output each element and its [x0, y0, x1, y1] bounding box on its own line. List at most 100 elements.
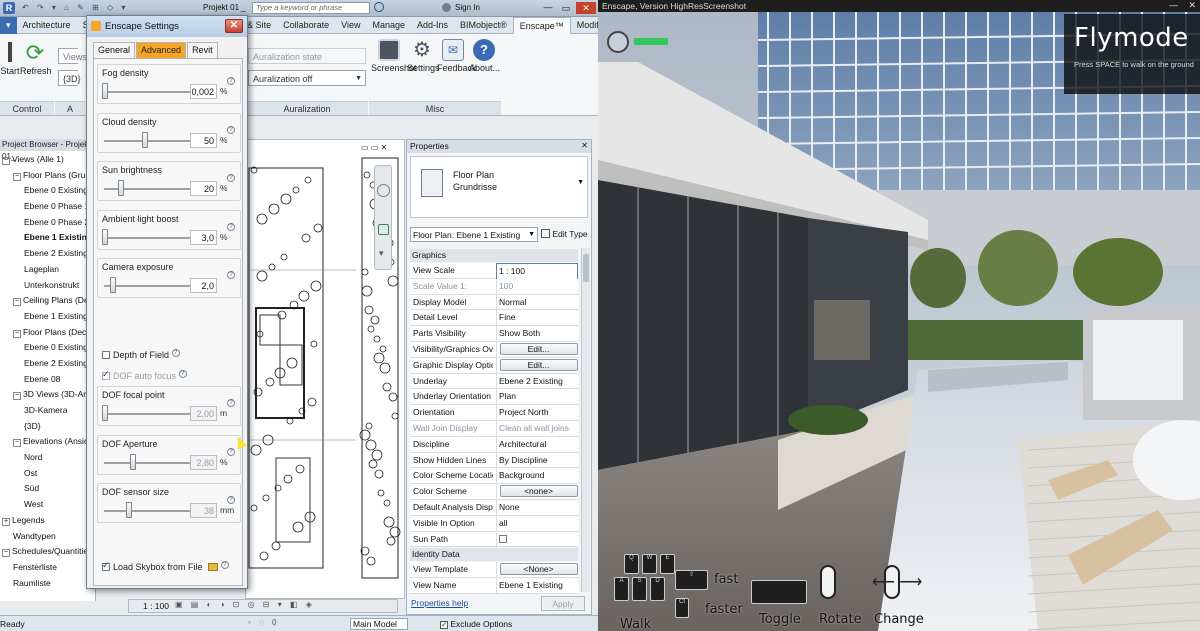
property-value[interactable]: None	[496, 500, 578, 515]
maximize-button[interactable]: ▭	[558, 2, 574, 14]
help-icon[interactable]: ?	[227, 447, 235, 456]
tree-item[interactable]: − Floor Plans (Decke	[0, 325, 95, 341]
slider-thumb[interactable]	[102, 228, 108, 245]
slider-thumb[interactable]	[118, 180, 124, 196]
edit-type-button[interactable]: Edit Type	[541, 227, 589, 242]
enscape-render-window[interactable]: Enscape, Version HighResScreenshot ✕ — F…	[598, 0, 1200, 631]
property-button[interactable]: Edit...	[496, 357, 578, 373]
tab-view[interactable]: View	[335, 17, 366, 34]
properties-scrollbar[interactable]	[581, 248, 590, 592]
view-3d-field[interactable]: {3D}	[58, 70, 81, 86]
tab-collaborate[interactable]: Collaborate	[277, 17, 335, 34]
property-value[interactable]: Architectural	[496, 436, 578, 452]
tree-item[interactable]: Fensterliste	[0, 560, 95, 576]
slider-value-input[interactable]: 2,0	[190, 278, 217, 293]
help-icon[interactable]: ?	[171, 349, 180, 357]
property-button[interactable]: Edit...	[496, 342, 578, 357]
screenshot-button[interactable]: Screenshot	[371, 39, 417, 73]
slider-track[interactable]	[104, 285, 190, 287]
load-skybox-checkbox[interactable]: Load Skybox from File ?	[102, 560, 229, 572]
collapse-icon[interactable]: −	[13, 172, 21, 181]
slider-value-input[interactable]: 2,00	[190, 406, 217, 421]
pan-icon[interactable]: ▾	[379, 248, 384, 259]
folder-icon[interactable]	[208, 563, 219, 571]
help-icon[interactable]: ?	[227, 271, 235, 279]
exclude-options-checkbox[interactable]: ✓ Exclude Options	[440, 619, 512, 629]
property-value[interactable]: all	[496, 515, 578, 531]
property-button[interactable]: <None>	[496, 562, 578, 578]
tree-item[interactable]: Ebene 1 Existing	[0, 230, 95, 246]
tree-item[interactable]: Nord	[0, 450, 95, 466]
search-icon[interactable]	[374, 2, 384, 12]
tree-item[interactable]: Raumliste	[0, 576, 95, 592]
about-button[interactable]: ? About...	[469, 39, 500, 73]
property-value[interactable]: Ebene 1 Existing	[496, 578, 578, 594]
tree-item[interactable]: West	[0, 497, 95, 513]
tree-item[interactable]: Ebene 0 Existing	[0, 340, 95, 356]
tab-enscape[interactable]: Enscape™	[512, 16, 571, 34]
slider-track[interactable]	[104, 236, 190, 239]
slider-value-input[interactable]: 0,002	[190, 84, 217, 99]
app-menu-button[interactable]: ▾	[0, 16, 17, 34]
collapse-icon[interactable]: −	[13, 392, 21, 401]
help-icon[interactable]: ?	[227, 399, 235, 407]
property-value[interactable]: Plan	[496, 389, 578, 405]
views-field[interactable]: Views o	[58, 48, 87, 78]
collapse-icon[interactable]: −	[2, 157, 10, 165]
search-input[interactable]: Type a keyword or phrase	[252, 2, 370, 14]
minimize-icon[interactable]: —	[1169, 0, 1178, 10]
slider-thumb[interactable]	[102, 405, 108, 421]
help-icon[interactable]: ?	[227, 125, 235, 134]
tree-item[interactable]: Ebene 2 Existing	[0, 356, 95, 372]
slider-track[interactable]	[104, 188, 190, 190]
slider-value-input[interactable]: 3,0	[190, 229, 217, 245]
depth-of-field-checkbox[interactable]: Depth of Field ?	[102, 349, 180, 360]
slider-track[interactable]	[104, 413, 190, 415]
slider-track[interactable]	[104, 461, 190, 464]
instance-selector[interactable]: Floor Plan: Ebene 1 Existing ▼	[410, 227, 538, 242]
steering-wheel-icon[interactable]	[377, 184, 390, 197]
slider-thumb[interactable]	[110, 277, 116, 293]
slider-thumb[interactable]	[130, 453, 136, 470]
help-icon[interactable]: ?	[220, 561, 229, 569]
tab-bimobject[interactable]: BIMobject®	[454, 17, 513, 34]
collapse-icon[interactable]: −	[2, 549, 10, 558]
model-select[interactable]: Main Model	[350, 618, 408, 630]
settings-button[interactable]: ⚙ Settings	[407, 39, 440, 73]
tab-manage[interactable]: Manage	[366, 17, 411, 34]
dialog-title-bar[interactable]: Enscape Settings	[87, 16, 247, 37]
tab-modify[interactable]: Modify	[571, 17, 598, 34]
tab-general[interactable]: General	[93, 42, 136, 58]
apply-button[interactable]: Apply	[541, 596, 585, 611]
tree-item[interactable]: − Elevations (Ansicht)	[0, 434, 95, 450]
feedback-button[interactable]: ✉ Feedback	[437, 39, 477, 73]
dialog-close-button[interactable]: ✕	[225, 19, 243, 33]
tree-item[interactable]: −3D Views (3D-Ansicht	[0, 387, 95, 403]
tree-item[interactable]: Ost	[0, 466, 95, 482]
view-control-icons[interactable]: ▣ ▤ ◐ ◑ ⊡ ◎ ⊟ ▾ ◧ ◈	[175, 600, 315, 609]
minimize-button[interactable]: —	[540, 2, 556, 14]
slider-value-input[interactable]: 38	[190, 503, 217, 518]
property-checkbox[interactable]	[496, 531, 578, 548]
close-icon[interactable]: ✕	[1188, 0, 1196, 11]
help-icon[interactable]: ?	[178, 370, 187, 378]
tree-item[interactable]: − Ceiling Plans (Decke	[0, 293, 95, 309]
help-icon[interactable]: ?	[227, 496, 235, 504]
tree-item[interactable]: Ebene 2 Existing	[0, 246, 95, 262]
slider-thumb[interactable]	[126, 502, 132, 518]
slider-track[interactable]	[104, 91, 190, 93]
refresh-button[interactable]: ⟳ Refresh	[20, 39, 52, 77]
property-value[interactable]: Ebene 2 Existing	[496, 373, 578, 389]
revit-app-icon[interactable]: R	[3, 2, 15, 14]
view-minimize-icon[interactable]: ▭ ▭ ✕	[361, 143, 387, 152]
tree-item[interactable]: Ebene 0 Existing	[0, 183, 95, 199]
tab-architecture[interactable]: Architecture	[17, 17, 77, 34]
start-button[interactable]: Start	[0, 39, 20, 76]
zoom-icon[interactable]	[378, 224, 389, 235]
slider-thumb[interactable]	[102, 83, 108, 99]
tree-item[interactable]: − Views (Alle 1)	[0, 152, 95, 168]
tree-item[interactable]: Ebene 1 Existing	[0, 309, 95, 325]
property-value[interactable]: Fine	[496, 310, 578, 326]
slider-value-input[interactable]: 20	[190, 181, 217, 196]
quick-access-toolbar[interactable]: ↶ ↷ ▾ ⌂ ✎ ⊞ ◇ ▾	[22, 3, 172, 13]
